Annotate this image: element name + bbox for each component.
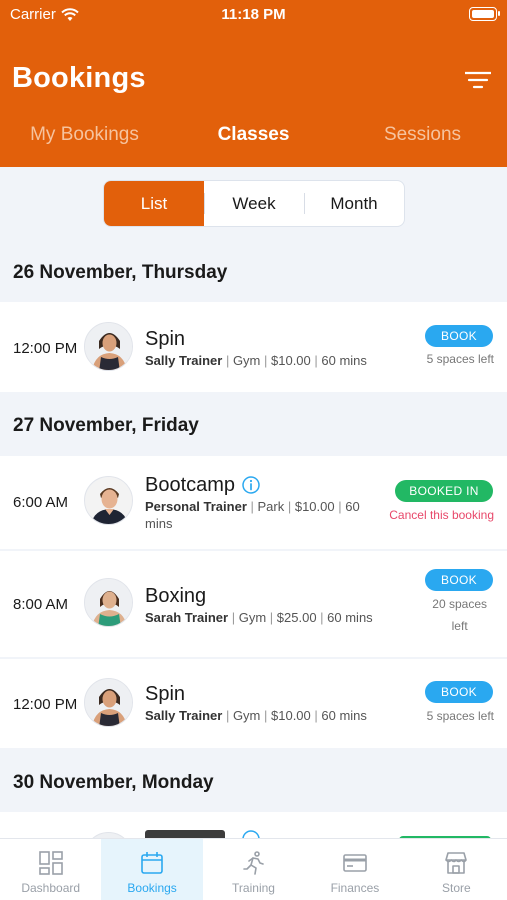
nav-label: Training (232, 881, 275, 895)
nav-dashboard[interactable]: Dashboard (0, 839, 101, 900)
dashboard-icon (38, 851, 63, 875)
tab-classes[interactable]: Classes (169, 124, 338, 146)
class-name: Bootcamp (145, 474, 236, 496)
day-header: 27 November, Friday (13, 415, 199, 436)
class-meta: Personal Trainer | Park | $10.00 | 60 min… (145, 499, 360, 531)
trainer-avatar (84, 476, 133, 525)
class-time: 12:00 PM (13, 340, 78, 357)
class-name: Spin (145, 328, 186, 350)
store-icon (445, 852, 468, 874)
class-meta: Sarah Trainer | Gym | $25.00 | 60 mins (145, 610, 373, 625)
class-price: $10.00 (271, 708, 311, 723)
class-location: Gym (238, 610, 267, 625)
trainer-name: Sally Trainer (145, 353, 223, 368)
trainer-name: Sally Trainer (145, 708, 223, 723)
class-name: Boxing (145, 585, 207, 607)
class-location: Park (257, 499, 285, 514)
booked-in-badge: BOOKED IN (395, 480, 493, 502)
class-duration-cont: mins (145, 516, 173, 531)
class-duration: 60 mins (327, 610, 373, 625)
class-row[interactable]: 12:00 PM Spin Sally Trainer | Gym | $10.… (0, 302, 507, 392)
view-list-button[interactable]: List (104, 181, 204, 226)
status-bar: Carrier 11:18 PM (0, 0, 507, 30)
battery-icon (469, 7, 500, 21)
cancel-booking-link[interactable]: Cancel this booking (389, 508, 494, 522)
book-button[interactable]: BOOK (425, 325, 493, 347)
info-icon[interactable] (242, 476, 260, 494)
class-price: $10.00 (294, 499, 335, 514)
nav-finances[interactable]: Finances (304, 839, 405, 900)
bookings-tabs: My Bookings Classes Sessions (0, 124, 507, 146)
class-row[interactable]: 6:00 AM Bootcamp Personal Trainer | Park… (0, 456, 507, 549)
page-title: Bookings (12, 62, 146, 94)
trainer-name: Personal Trainer (145, 499, 247, 514)
class-location: Gym (232, 708, 261, 723)
clock: 11:18 PM (221, 6, 286, 23)
trainer-avatar (84, 578, 133, 627)
class-price: $25.00 (276, 610, 317, 625)
class-time: 6:00 AM (13, 494, 69, 511)
card-icon (343, 854, 367, 872)
class-name: Spin (145, 683, 186, 705)
day-header: 26 November, Thursday (13, 262, 228, 283)
class-meta: Sally Trainer | Gym | $10.00 | 60 mins (145, 353, 367, 368)
class-duration: 60 mins (321, 708, 367, 723)
trainer-name: Sarah Trainer (145, 610, 229, 625)
class-duration: 60 (345, 499, 360, 514)
tab-sessions[interactable]: Sessions (338, 124, 507, 146)
nav-bookings[interactable]: Bookings (101, 839, 203, 900)
class-location: Gym (232, 353, 261, 368)
class-time: 12:00 PM (13, 696, 78, 713)
view-month-button[interactable]: Month (304, 181, 404, 226)
class-price: $10.00 (271, 353, 311, 368)
nav-store[interactable]: Store (406, 839, 507, 900)
filter-icon[interactable] (465, 70, 491, 90)
app-header: Carrier 11:18 PM Bookings My Bookings Cl… (0, 0, 507, 167)
book-button[interactable]: BOOK (425, 569, 493, 591)
book-button[interactable]: BOOK (425, 681, 493, 703)
view-toggle: List Week Month (103, 180, 405, 227)
spaces-left: 5 spaces left (426, 709, 494, 723)
trainer-avatar (84, 678, 133, 727)
class-time: 8:00 AM (13, 596, 69, 613)
spaces-left: 5 spaces left (426, 352, 494, 366)
tab-my-bookings[interactable]: My Bookings (0, 124, 169, 146)
spaces-left: 20 spaces left (432, 597, 487, 633)
view-week-button[interactable]: Week (204, 181, 304, 226)
nav-training[interactable]: Training (203, 839, 304, 900)
nav-label: Dashboard (21, 881, 81, 895)
running-icon (242, 851, 264, 875)
class-row[interactable]: 12:00 PM Spin Sally Trainer | Gym | $10.… (0, 659, 507, 748)
class-duration: 60 mins (321, 353, 367, 368)
nav-label: Bookings (127, 881, 177, 895)
calendar-icon (141, 852, 163, 874)
nav-label: Finances (330, 881, 380, 895)
trainer-avatar (84, 322, 133, 371)
day-header: 30 November, Monday (13, 772, 214, 793)
class-row[interactable]: 8:00 AM Boxing Sarah Trainer | Gym | $25… (0, 551, 507, 657)
bottom-navigation: Dashboard Bookings Training Finances Sto… (0, 838, 507, 900)
nav-label: Store (441, 881, 471, 895)
class-meta: Sally Trainer | Gym | $10.00 | 60 mins (145, 708, 367, 723)
